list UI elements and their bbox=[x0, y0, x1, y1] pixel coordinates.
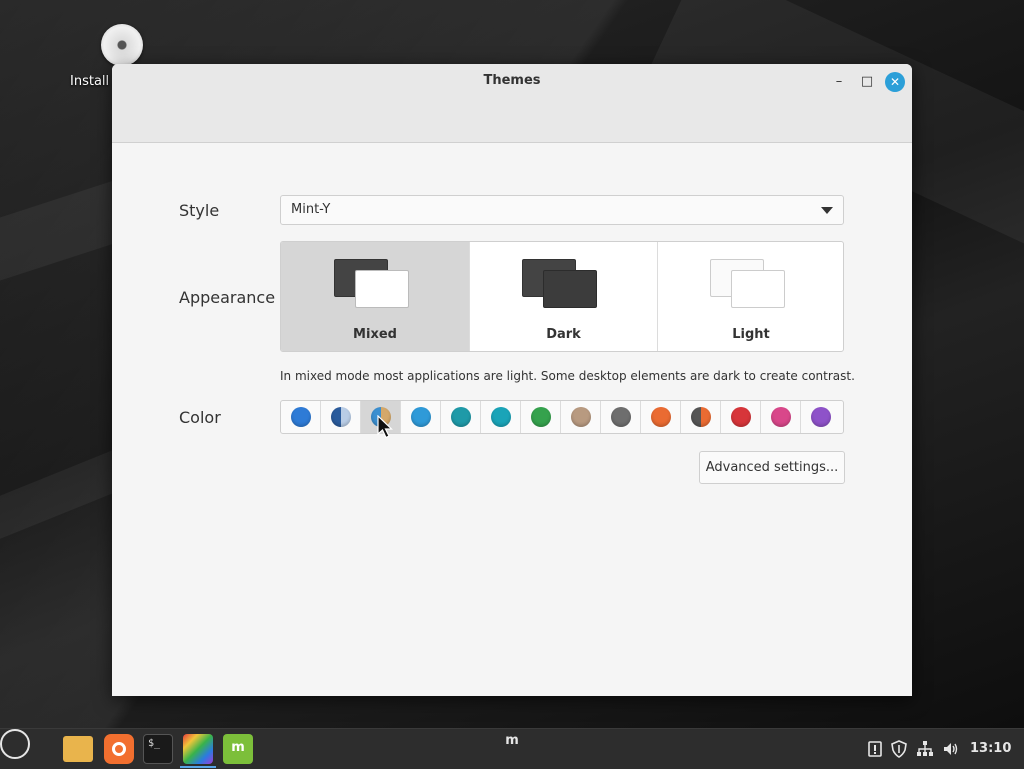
color-swatch-blue[interactable] bbox=[281, 401, 321, 433]
color-dot bbox=[411, 407, 431, 427]
network-icon[interactable] bbox=[916, 740, 934, 758]
mixed-preview-light-window bbox=[355, 270, 409, 308]
firefox-icon[interactable] bbox=[104, 734, 134, 764]
color-dot bbox=[731, 407, 751, 427]
appearance-option-light[interactable]: Light bbox=[658, 242, 843, 351]
terminal-glyph: $_ bbox=[148, 738, 161, 749]
color-selector bbox=[280, 400, 844, 434]
color-dot bbox=[811, 407, 831, 427]
advanced-settings-button[interactable]: Advanced settings... bbox=[699, 451, 845, 484]
chevron-down-icon bbox=[821, 207, 833, 214]
color-dot bbox=[491, 407, 511, 427]
menu-button[interactable]: m bbox=[0, 729, 519, 759]
appearance-option-label: Dark bbox=[546, 327, 581, 342]
maximize-button[interactable]: □ bbox=[857, 72, 877, 92]
dark-preview-front-window bbox=[543, 270, 597, 308]
terminal-icon[interactable]: $_ bbox=[143, 734, 173, 764]
color-dot bbox=[531, 407, 551, 427]
style-dropdown[interactable]: Mint-Y bbox=[280, 195, 844, 225]
disc-icon bbox=[101, 24, 143, 66]
shield-icon[interactable] bbox=[890, 740, 908, 758]
color-swatch-purple[interactable] bbox=[801, 401, 841, 433]
color-swatch-grey[interactable] bbox=[601, 401, 641, 433]
color-dot bbox=[691, 407, 711, 427]
appearance-option-dark[interactable]: Dark bbox=[470, 242, 658, 351]
notification-icon[interactable] bbox=[866, 740, 884, 758]
appearance-label: Appearance bbox=[179, 288, 276, 307]
light-preview-front-window bbox=[731, 270, 785, 308]
style-dropdown-value: Mint-Y bbox=[291, 202, 331, 217]
color-swatch-aqua-split[interactable] bbox=[321, 401, 361, 433]
window-title: Themes bbox=[483, 73, 541, 88]
color-swatch-red[interactable] bbox=[721, 401, 761, 433]
color-swatch-cyan[interactable] bbox=[481, 401, 521, 433]
appearance-option-label: Light bbox=[732, 327, 770, 342]
desktop-icon-label: Install bbox=[70, 74, 110, 89]
color-dot bbox=[651, 407, 671, 427]
color-dot bbox=[611, 407, 631, 427]
appearance-option-mixed[interactable]: Mixed bbox=[281, 242, 470, 351]
themes-icon[interactable] bbox=[183, 734, 213, 764]
close-button[interactable]: ✕ bbox=[885, 72, 905, 92]
style-label: Style bbox=[179, 201, 220, 220]
color-swatch-sand[interactable] bbox=[561, 401, 601, 433]
mint-update-icon[interactable]: m bbox=[223, 734, 253, 764]
folder-icon[interactable] bbox=[63, 736, 93, 762]
color-dot bbox=[331, 407, 351, 427]
themes-window: Themes – □ ✕ Style Mint-Y Appearance Mix… bbox=[112, 64, 912, 696]
mouse-pointer-icon bbox=[377, 415, 393, 439]
color-swatch-green[interactable] bbox=[521, 401, 561, 433]
volume-icon[interactable] bbox=[942, 740, 960, 758]
color-label: Color bbox=[179, 408, 221, 427]
color-swatch-orange-split[interactable] bbox=[681, 401, 721, 433]
color-dot bbox=[291, 407, 311, 427]
color-swatch-teal[interactable] bbox=[441, 401, 481, 433]
appearance-option-label: Mixed bbox=[353, 327, 397, 342]
appearance-selector: Mixed Dark Light bbox=[280, 241, 844, 352]
color-swatch-sky[interactable] bbox=[401, 401, 441, 433]
color-swatch-orange[interactable] bbox=[641, 401, 681, 433]
color-swatch-pink[interactable] bbox=[761, 401, 801, 433]
title-bar[interactable]: Themes – □ ✕ bbox=[112, 64, 912, 143]
minimize-button[interactable]: – bbox=[829, 72, 849, 92]
taskbar: m $_ m 13:10 bbox=[0, 728, 1024, 769]
clock[interactable]: 13:10 bbox=[970, 741, 1011, 756]
color-dot bbox=[771, 407, 791, 427]
appearance-hint-text: In mixed mode most applications are ligh… bbox=[280, 369, 855, 383]
mint-update-glyph: m bbox=[231, 740, 245, 755]
color-dot bbox=[571, 407, 591, 427]
color-dot bbox=[451, 407, 471, 427]
